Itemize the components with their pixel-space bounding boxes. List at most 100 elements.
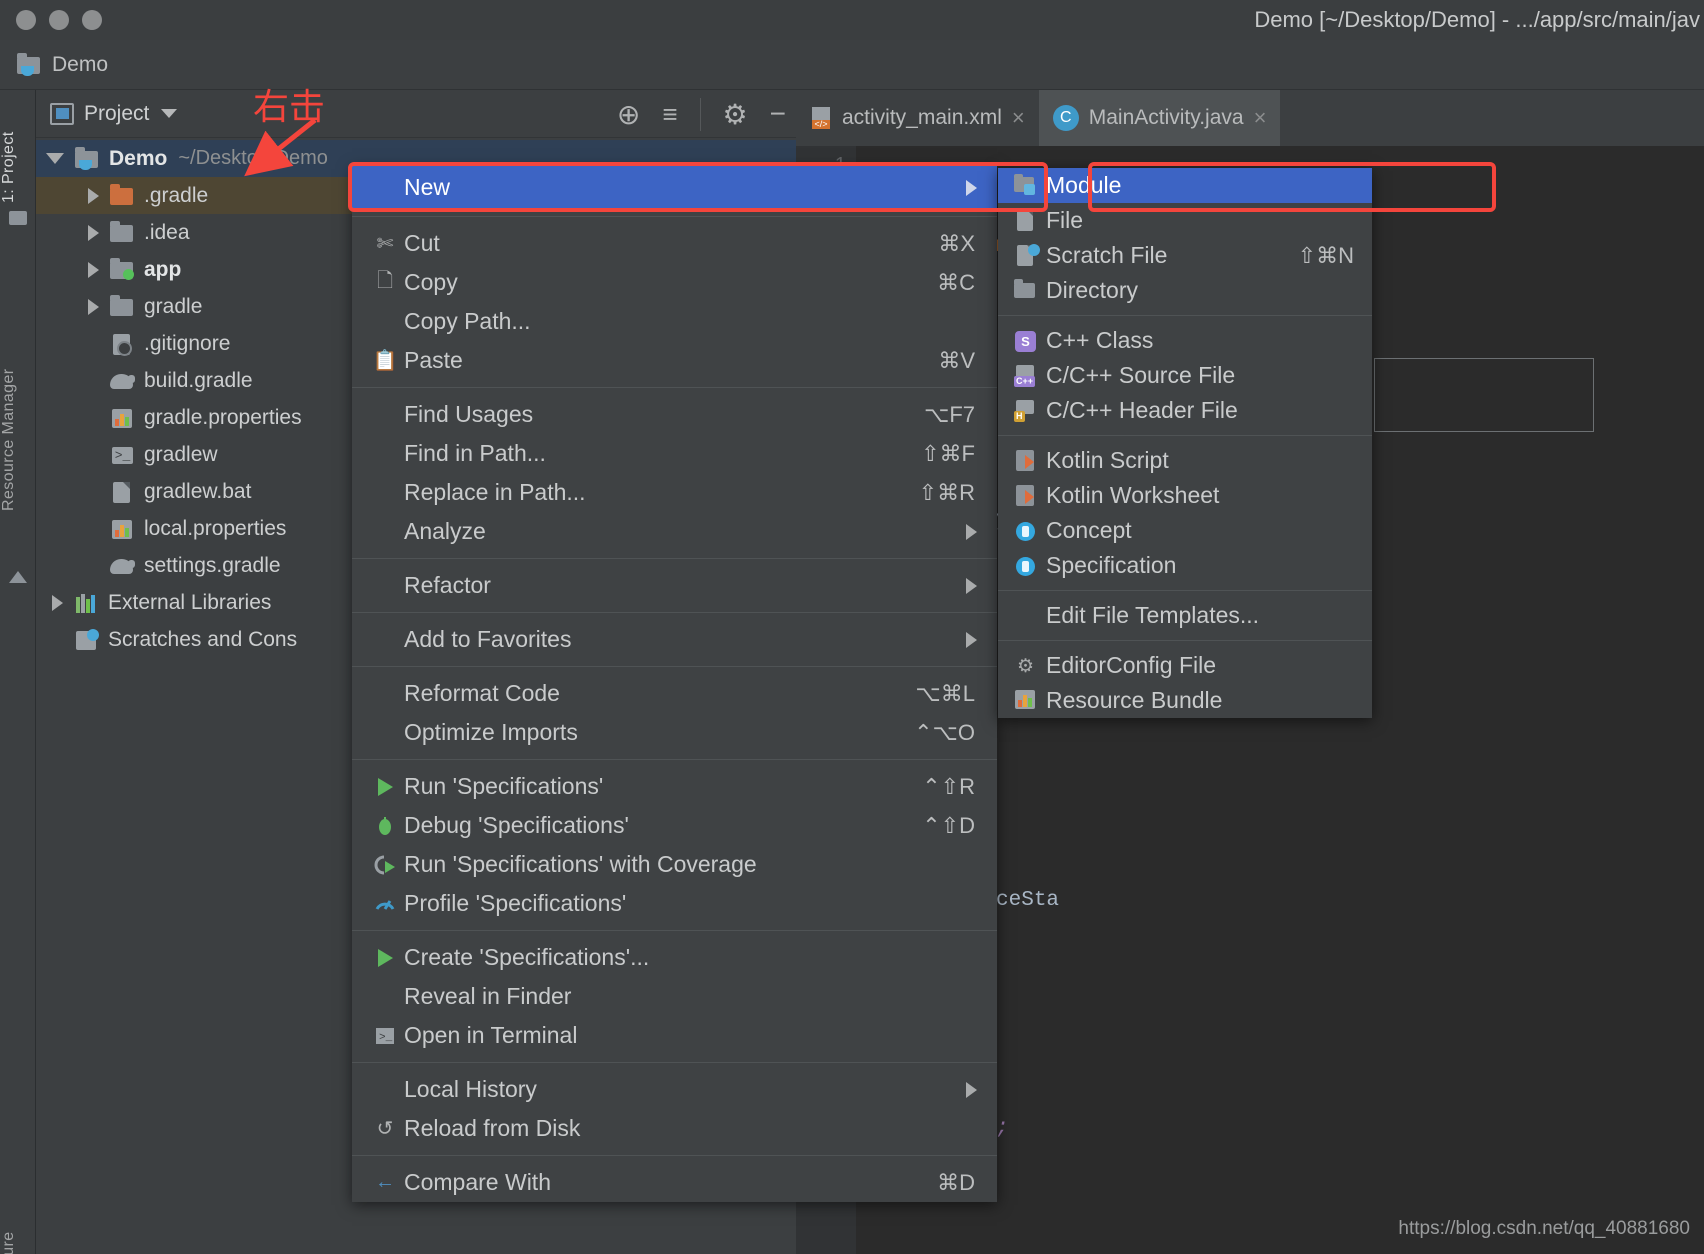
submenu-item-label: Resource Bundle: [1046, 687, 1222, 714]
menu-item-find-in-path[interactable]: Find in Path... ⇧⌘F: [352, 434, 997, 473]
window-titlebar: Demo [~/Desktop/Demo] - .../app/src/main…: [0, 0, 1704, 40]
folder-icon: [109, 221, 135, 245]
menu-item-shortcut: ⌥F7: [924, 402, 975, 428]
chevron-down-icon[interactable]: [161, 109, 177, 118]
menu-item-label: Profile 'Specifications': [404, 890, 626, 917]
chevron-right-icon[interactable]: [88, 188, 99, 204]
menu-item-open-in-terminal[interactable]: >_ Open in Terminal: [352, 1016, 997, 1055]
menu-item-reveal-in-finder[interactable]: Reveal in Finder: [352, 977, 997, 1016]
submenu-item-editorconfig-file[interactable]: ⚙ EditorConfig File: [998, 648, 1372, 683]
clipboard-icon: 📋: [370, 348, 400, 373]
menu-item-reformat-code[interactable]: Reformat Code ⌥⌘L: [352, 674, 997, 713]
menu-item-label: Replace in Path...: [404, 479, 586, 506]
collapse-all-icon[interactable]: ≡: [662, 99, 677, 130]
folder-orange-icon: [109, 184, 135, 208]
concept-icon: [1012, 519, 1042, 543]
menu-item-find-usages[interactable]: Find Usages ⌥F7: [352, 395, 997, 434]
chevron-right-icon: [966, 180, 977, 196]
submenu-item-label: Directory: [1046, 277, 1138, 304]
submenu-item-file[interactable]: File: [998, 203, 1372, 238]
chevron-open-icon[interactable]: [46, 153, 64, 164]
minimize-window-button[interactable]: [49, 10, 69, 30]
submenu-item-concept[interactable]: Concept: [998, 513, 1372, 548]
menu-item-profile-specifications[interactable]: Profile 'Specifications': [352, 884, 997, 923]
submenu-item-kotlin-worksheet[interactable]: Kotlin Worksheet: [998, 478, 1372, 513]
chevron-right-icon[interactable]: [88, 262, 99, 278]
menu-item-paste[interactable]: 📋 Paste ⌘V: [352, 341, 997, 380]
locate-icon[interactable]: ⊕: [617, 98, 640, 131]
chevron-right-icon[interactable]: [88, 299, 99, 315]
new-submenu: Module File Scratch File ⇧⌘N Directory S…: [998, 168, 1372, 718]
submenu-item-directory[interactable]: Directory: [998, 273, 1372, 308]
menu-item-cut[interactable]: ✄ Cut ⌘X: [352, 224, 997, 263]
menu-item-copy-path[interactable]: Copy Path...: [352, 302, 997, 341]
menu-item-optimize-imports[interactable]: Optimize Imports ⌃⌥O: [352, 713, 997, 752]
menu-item-label: Run 'Specifications': [404, 773, 603, 800]
submenu-item-cpp-source-file[interactable]: C++ C/C++ Source File: [998, 358, 1372, 393]
menu-item-label: Add to Favorites: [404, 626, 571, 653]
menu-item-reload-from-disk[interactable]: ↺ Reload from Disk: [352, 1109, 997, 1148]
menu-item-label: Cut: [404, 230, 440, 257]
submenu-item-label: Module: [1046, 172, 1121, 199]
menu-separator: [352, 1062, 997, 1063]
close-window-button[interactable]: [16, 10, 36, 30]
tree-row-label: gradlew.bat: [144, 480, 251, 504]
tree-row-label: Demo: [109, 147, 167, 171]
menu-separator: [352, 612, 997, 613]
gradle-elephant-icon: [109, 369, 135, 393]
menu-item-label: Copy Path...: [404, 308, 531, 335]
gitignore-file-icon: [109, 332, 135, 356]
terminal-icon: >_: [370, 1027, 400, 1045]
submenu-item-edit-file-templates[interactable]: Edit File Templates...: [998, 598, 1372, 633]
tree-row-label: build.gradle: [144, 369, 253, 393]
submenu-item-resource-bundle[interactable]: Resource Bundle: [998, 683, 1372, 718]
chevron-right-icon[interactable]: [52, 595, 63, 611]
menu-item-compare-with[interactable]: ← Compare With ⌘D: [352, 1163, 997, 1202]
submenu-item-label: Specification: [1046, 552, 1176, 579]
menu-item-debug-specifications[interactable]: Debug 'Specifications' ⌃⇧D: [352, 806, 997, 845]
menu-item-refactor[interactable]: Refactor: [352, 566, 997, 605]
close-icon[interactable]: ×: [1012, 105, 1025, 131]
menu-item-label: Compare With: [404, 1169, 551, 1196]
menu-item-run-with-coverage[interactable]: Run 'Specifications' with Coverage: [352, 845, 997, 884]
submenu-item-scratch-file[interactable]: Scratch File ⇧⌘N: [998, 238, 1372, 273]
tab-mainactivity-java[interactable]: C MainActivity.java ×: [1039, 90, 1281, 146]
menu-item-label: Refactor: [404, 572, 491, 599]
menu-item-label: Debug 'Specifications': [404, 812, 629, 839]
xml-layout-icon: </>: [810, 106, 832, 130]
reload-icon: ↺: [370, 1116, 400, 1141]
submenu-item-specification[interactable]: Specification: [998, 548, 1372, 583]
submenu-item-cpp-header-file[interactable]: H C/C++ Header File: [998, 393, 1372, 428]
hide-icon[interactable]: −: [770, 98, 786, 130]
cpp-class-icon: S: [1012, 329, 1042, 353]
menu-item-analyze[interactable]: Analyze: [352, 512, 997, 551]
submenu-separator: [998, 315, 1372, 316]
menu-item-shortcut: ⌘C: [937, 270, 975, 296]
project-name-label: Demo: [52, 53, 108, 77]
run-icon: [370, 777, 400, 797]
sidebar-item-structure[interactable]: cture: [0, 1190, 36, 1254]
sidebar-item-resource-manager[interactable]: Resource Manager: [0, 320, 36, 560]
menu-item-label: Optimize Imports: [404, 719, 578, 746]
menu-item-add-to-favorites[interactable]: Add to Favorites: [352, 620, 997, 659]
tab-activity-main-xml[interactable]: </> activity_main.xml ×: [796, 90, 1039, 146]
settings-gear-icon[interactable]: ⚙: [700, 98, 748, 131]
submenu-item-label: C/C++ Source File: [1046, 362, 1235, 389]
tree-row-path: ~/Desktop/Demo: [178, 147, 328, 170]
tree-row-label: .gradle: [144, 184, 208, 208]
maximize-window-button[interactable]: [82, 10, 102, 30]
menu-item-run-specifications[interactable]: Run 'Specifications' ⌃⇧R: [352, 767, 997, 806]
close-icon[interactable]: ×: [1254, 105, 1267, 131]
menu-separator: [352, 558, 997, 559]
menu-item-create-specifications[interactable]: Create 'Specifications'...: [352, 938, 997, 977]
menu-item-copy[interactable]: 🗋 Copy ⌘C: [352, 263, 997, 302]
submenu-item-label: C++ Class: [1046, 327, 1153, 354]
menu-item-replace-in-path[interactable]: Replace in Path... ⇧⌘R: [352, 473, 997, 512]
submenu-item-kotlin-script[interactable]: Kotlin Script: [998, 443, 1372, 478]
submenu-item-module[interactable]: Module: [998, 168, 1372, 203]
menu-item-local-history[interactable]: Local History: [352, 1070, 997, 1109]
menu-item-label: Open in Terminal: [404, 1022, 577, 1049]
menu-item-new[interactable]: New: [352, 166, 997, 209]
submenu-item-cpp-class[interactable]: S C++ Class: [998, 323, 1372, 358]
chevron-right-icon[interactable]: [88, 225, 99, 241]
